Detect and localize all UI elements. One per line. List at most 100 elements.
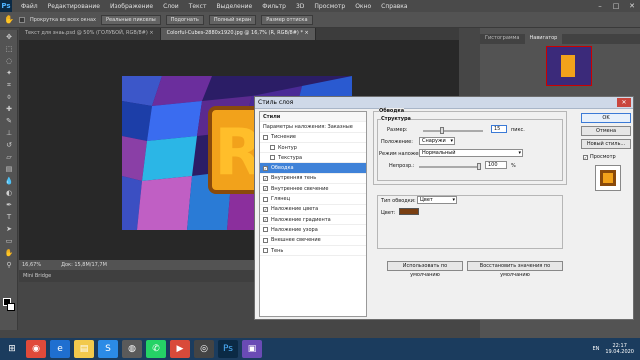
actual-pixels-button[interactable]: Реальные пикселы — [101, 14, 161, 25]
skype-icon[interactable]: S — [98, 340, 118, 358]
style-checkbox[interactable] — [263, 134, 268, 140]
scroll-all-checkbox[interactable] — [18, 16, 25, 23]
size-input[interactable]: 15 — [491, 125, 507, 133]
clock[interactable]: 22:17 19.04.2020 — [605, 343, 634, 355]
style-checkbox[interactable] — [270, 155, 275, 161]
photoshop-taskbar-icon[interactable]: Ps — [218, 340, 238, 358]
pen-tool-icon[interactable]: ✒ — [4, 200, 14, 210]
type-tool-icon[interactable]: T — [4, 212, 14, 222]
position-select[interactable]: Снаружи ▾ — [419, 137, 455, 145]
tab-doc-2[interactable]: Colorful-Cubes-2880x1920.jpg @ 16,7% (R,… — [160, 28, 316, 40]
style-list-item[interactable]: ✓ Внутренняя тень — [260, 174, 366, 185]
cancel-button[interactable]: Отмена — [581, 126, 631, 136]
magic-wand-icon[interactable]: ✦ — [4, 68, 14, 78]
app-icon[interactable]: ◍ — [122, 340, 142, 358]
preview-toggle[interactable]: ✓ Просмотр — [583, 154, 616, 160]
navigator-thumbnail[interactable] — [546, 46, 592, 86]
shape-tool-icon[interactable]: ▭ — [4, 236, 14, 246]
menu-layers[interactable]: Слои — [158, 3, 184, 10]
menu-help[interactable]: Справка — [376, 3, 412, 10]
camera-icon[interactable]: ◎ — [194, 340, 214, 358]
style-list-item[interactable]: ✓ Внутреннее свечение — [260, 184, 366, 195]
size-slider[interactable] — [423, 127, 483, 134]
eraser-tool-icon[interactable]: ▱ — [4, 152, 14, 162]
lasso-tool-icon[interactable]: ◌ — [4, 56, 14, 66]
style-list-item[interactable]: Тиснение — [260, 133, 366, 143]
maximize-icon[interactable]: □ — [608, 0, 624, 12]
style-list-item[interactable]: ✓ Обводка — [260, 163, 366, 174]
blur-tool-icon[interactable]: 💧 — [4, 176, 14, 186]
style-checkbox[interactable] — [263, 196, 268, 202]
ok-button[interactable]: OK — [581, 113, 631, 123]
style-list-item[interactable]: Наложение узора — [260, 225, 366, 236]
close-icon[interactable]: ✕ — [624, 0, 640, 12]
style-list-item[interactable]: Параметры наложения: Заказные — [260, 122, 366, 133]
style-checkbox[interactable]: ✓ — [263, 165, 268, 171]
print-size-button[interactable]: Размер оттиска — [261, 14, 313, 25]
stroke-color-swatch[interactable] — [399, 208, 419, 215]
tab-histogram[interactable]: Гистограмма — [480, 34, 525, 44]
style-list-item[interactable]: Стили — [260, 112, 366, 123]
background-color-swatch[interactable] — [7, 303, 15, 311]
style-checkbox[interactable]: ✓ — [263, 175, 268, 181]
menu-window[interactable]: Окно — [350, 3, 376, 10]
menu-image[interactable]: Изображение — [105, 3, 158, 10]
minimize-icon[interactable]: – — [592, 0, 608, 12]
whatsapp-icon[interactable]: ✆ — [146, 340, 166, 358]
menu-3d[interactable]: 3D — [291, 3, 309, 10]
chrome-icon[interactable]: ◉ — [26, 340, 46, 358]
new-style-button[interactable]: Новый стиль... — [581, 139, 631, 149]
zoom-tool-icon[interactable]: ⚲ — [4, 260, 14, 270]
style-list-item[interactable]: Тень — [260, 246, 366, 257]
menu-file[interactable]: Файл — [16, 3, 43, 10]
style-checkbox[interactable] — [263, 248, 268, 253]
folder-icon[interactable]: ▤ — [74, 340, 94, 358]
hand-tool-icon[interactable]: ✋ — [4, 15, 14, 24]
start-button[interactable]: ⊞ — [2, 340, 22, 358]
app2-icon[interactable]: ▣ — [242, 340, 262, 358]
zoom-level[interactable]: 16,67% — [22, 262, 41, 268]
full-screen-button[interactable]: Полный экран — [208, 14, 257, 25]
explorer-icon[interactable]: e — [50, 340, 70, 358]
opacity-slider[interactable] — [419, 163, 481, 170]
gradient-tool-icon[interactable]: ▤ — [4, 164, 14, 174]
menu-type[interactable]: Текст — [184, 3, 212, 10]
style-checkbox[interactable]: ✓ — [263, 186, 268, 192]
style-list-item[interactable]: Контур — [260, 143, 366, 154]
tab-doc-1[interactable]: Текст для знаь.psd @ 50% (ГОЛУБОЙ, RGB/8… — [19, 28, 161, 40]
preview-checkbox[interactable]: ✓ — [583, 154, 588, 160]
media-icon[interactable]: ▶ — [170, 340, 190, 358]
brush-tool-icon[interactable]: ✎ — [4, 116, 14, 126]
marquee-tool-icon[interactable]: ⬚ — [4, 44, 14, 54]
fill-type-select[interactable]: Цвет ▾ — [417, 196, 457, 204]
size-slider-knob[interactable] — [439, 127, 444, 134]
hand-tool-icon[interactable]: ✋ — [4, 248, 14, 258]
dialog-close-icon[interactable]: ✕ — [617, 98, 631, 107]
history-brush-icon[interactable]: ↺ — [4, 140, 14, 150]
healing-brush-icon[interactable]: ✚ — [4, 104, 14, 114]
menu-select[interactable]: Выделение — [211, 3, 257, 10]
eyedropper-icon[interactable]: ⌽ — [4, 92, 14, 102]
blend-mode-select[interactable]: Нормальный ▾ — [419, 149, 523, 157]
move-tool-icon[interactable]: ✥ — [4, 32, 14, 42]
style-list-item[interactable]: ✓ Наложение цвета — [260, 205, 366, 215]
language-indicator[interactable]: EN — [592, 346, 599, 352]
style-list-item[interactable]: Текстура — [260, 153, 366, 164]
menu-filter[interactable]: Фильтр — [257, 3, 291, 10]
fit-screen-button[interactable]: Подогнать — [165, 14, 204, 25]
opacity-input[interactable]: 100 — [485, 161, 507, 169]
style-checkbox[interactable] — [263, 227, 268, 233]
opacity-slider-knob[interactable] — [477, 163, 481, 170]
style-list-item[interactable]: Глянец — [260, 194, 366, 205]
stamp-tool-icon[interactable]: ⊥ — [4, 128, 14, 138]
style-list-item[interactable]: Внешнее свечение — [260, 236, 366, 246]
style-checkbox[interactable] — [270, 145, 275, 151]
menu-view[interactable]: Просмотр — [309, 3, 350, 10]
menu-edit[interactable]: Редактирование — [43, 3, 105, 10]
tab-navigator[interactable]: Навигатор — [524, 34, 563, 44]
style-checkbox[interactable]: ✓ — [263, 217, 268, 223]
crop-tool-icon[interactable]: ⌗ — [4, 80, 14, 90]
style-list-item[interactable]: ✓ Наложение градиента — [260, 215, 366, 226]
reset-default-button[interactable]: Восстановить значения по умолчанию — [467, 261, 563, 278]
path-select-icon[interactable]: ➤ — [4, 224, 14, 234]
